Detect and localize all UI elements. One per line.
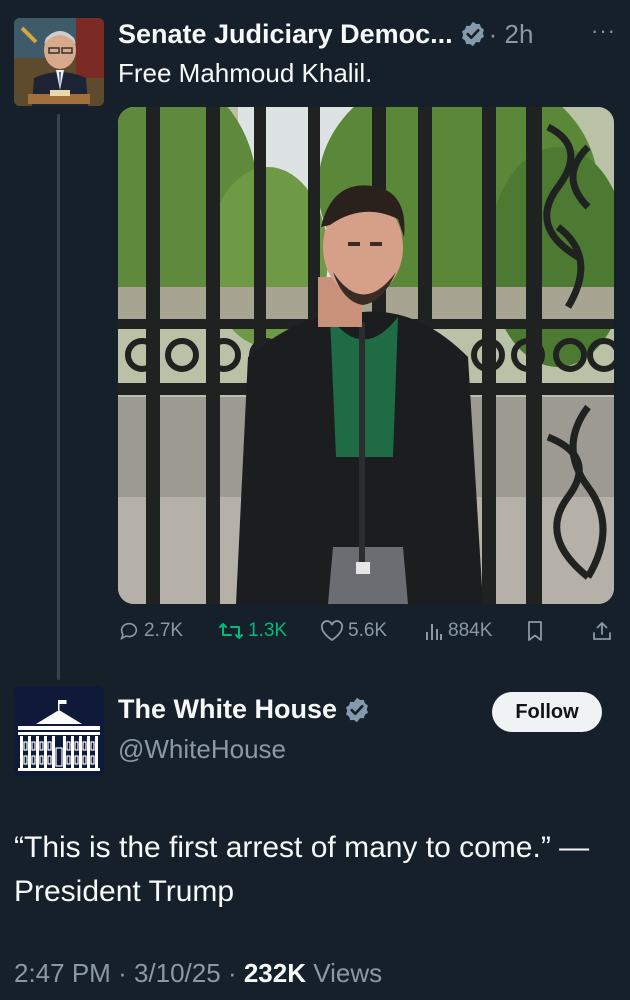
repost-count: 1.3K (248, 620, 288, 641)
analytics-bars-icon (426, 624, 442, 640)
tweet-view-count: 232K (243, 958, 306, 988)
more-options-icon[interactable]: ··· (591, 16, 616, 46)
white-house-handle[interactable]: @WhiteHouse (118, 734, 286, 765)
reply-icon (120, 622, 138, 640)
parent-action-bar: 2.7K 1.3K 5.6K 884K (118, 620, 614, 652)
white-house-avatar[interactable] (14, 686, 104, 776)
senator-portrait-icon (14, 18, 104, 106)
heart-icon (320, 620, 344, 642)
tweet-time[interactable]: 2:47 PM (14, 958, 111, 988)
parent-tweet-header: Senate Judiciary Democ... · 2h ··· (118, 16, 616, 52)
like-button[interactable]: 5.6K (320, 620, 387, 642)
follow-button[interactable]: Follow (492, 692, 602, 732)
views-button[interactable]: 884K (424, 620, 492, 642)
verified-badge-icon (461, 21, 484, 47)
meta-separator: · (227, 958, 244, 988)
meta-separator: · (118, 958, 134, 988)
white-house-logo-icon (14, 686, 104, 776)
like-count: 5.6K (348, 620, 388, 641)
white-house-name-row: The White House (118, 694, 371, 725)
man-at-gate-photo-icon (118, 107, 614, 604)
parent-display-name[interactable]: Senate Judiciary Democ... (118, 19, 453, 50)
bookmark-icon (528, 621, 542, 641)
repost-icon (219, 623, 243, 639)
thread-connector-line (57, 114, 60, 680)
main-tweet-text: “This is the first arrest of many to com… (14, 831, 590, 908)
tweet-thread-view: Senate Judiciary Democ... · 2h ··· Free … (0, 0, 630, 1000)
tweet-meta-line: 2:47 PM · 3/10/25 · 232K Views (14, 958, 382, 989)
repost-button[interactable]: 1.3K (218, 620, 287, 642)
tweet-photo[interactable] (118, 107, 614, 604)
bookmark-button[interactable] (526, 620, 548, 642)
parent-tweet-text: Free Mahmoud Khalil. (118, 58, 373, 88)
share-icon (593, 622, 611, 640)
white-house-display-name[interactable]: The White House (118, 694, 337, 725)
reply-count: 2.7K (144, 620, 184, 641)
senate-judiciary-avatar[interactable] (14, 18, 104, 106)
reply-button[interactable]: 2.7K (118, 620, 183, 642)
views-label: Views (313, 958, 383, 988)
views-count: 884K (448, 620, 493, 641)
parent-timestamp[interactable]: · 2h (489, 19, 534, 50)
tweet-date[interactable]: 3/10/25 (134, 958, 221, 988)
verified-badge-icon (346, 697, 368, 722)
share-button[interactable] (592, 620, 616, 642)
